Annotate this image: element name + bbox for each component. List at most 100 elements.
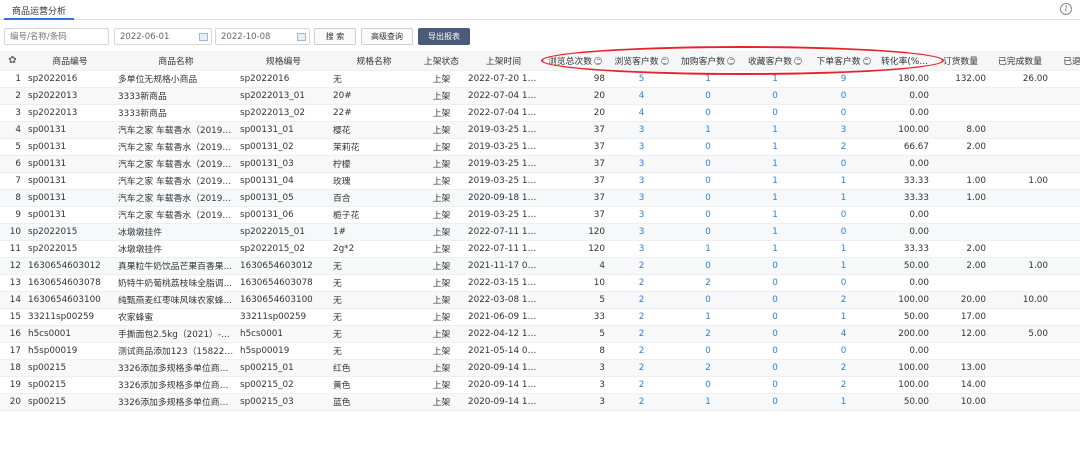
row-index: 7 bbox=[0, 172, 25, 190]
column-header-label: 浏览总次数 bbox=[548, 56, 592, 67]
table-cell: 无 bbox=[330, 291, 418, 309]
table-cell: 上架 bbox=[418, 121, 465, 139]
table-cell: 0 bbox=[675, 291, 741, 309]
table-cell: 2022-07-04 15:... bbox=[465, 104, 542, 122]
table-cell: 0 bbox=[675, 189, 741, 207]
table-cell: 0 bbox=[741, 393, 809, 411]
table-cell bbox=[1051, 393, 1080, 411]
export-report-button[interactable]: 导出报表 bbox=[418, 28, 470, 45]
column-header-sortable[interactable]: 收藏客户数 bbox=[741, 51, 809, 71]
table-row[interactable]: 17 h5sp00019 测试商品添加123（1582221... h5sp00019… bbox=[0, 342, 1080, 360]
table-cell: 2021-11-17 08:... bbox=[465, 257, 542, 275]
table-row[interactable]: 3 sp2022013 3333新商品 sp2022013_02 22# 上架 2022-0… bbox=[0, 104, 1080, 122]
table-cell: 2 bbox=[608, 342, 675, 360]
table-cell: 0 bbox=[675, 155, 741, 173]
table-row[interactable]: 11 sp2022015 冰墩墩挂件 sp2022015_02 2g*2 上架 2022-0… bbox=[0, 240, 1080, 258]
table-cell bbox=[1051, 342, 1080, 360]
calendar-icon[interactable] bbox=[199, 33, 208, 41]
table-cell: 120 bbox=[542, 240, 608, 258]
sort-icon[interactable] bbox=[660, 56, 669, 65]
search-button[interactable]: 搜 索 bbox=[314, 28, 356, 45]
table-cell: 1 bbox=[741, 189, 809, 207]
table-cell: 汽车之家 车载香水（2019z... bbox=[115, 206, 237, 224]
column-header-sortable[interactable]: 下单客户数 bbox=[809, 51, 878, 71]
table-cell: 0.00 bbox=[878, 223, 932, 241]
table-row[interactable]: 13 1630654603078 奶特牛奶葡桃荔枝味全脂调... 1630654603… bbox=[0, 274, 1080, 292]
table-row[interactable]: 6 sp00131 汽车之家 车载香水（2019z... sp00131_03 柠檬 上架… bbox=[0, 155, 1080, 173]
row-index: 13 bbox=[0, 274, 25, 292]
start-date-field[interactable]: 2022-06-01 bbox=[114, 28, 212, 45]
table-row[interactable]: 4 sp00131 汽车之家 车载香水（2019z... sp00131_01 樱花 上架… bbox=[0, 121, 1080, 139]
product-analysis-table: ✿ 商品编号 商品名称 规格编号 规格名称 上架状态 上架时间 浏览总次数 浏览… bbox=[0, 51, 1080, 411]
table-row[interactable]: 9 sp00131 汽车之家 车载香水（2019z... sp00131_06 栀子花上… bbox=[0, 206, 1080, 224]
table-row[interactable]: 2 sp2022013 3333新商品 sp2022013_01 20# 上架 2022-0… bbox=[0, 87, 1080, 105]
column-header: 规格名称 bbox=[330, 51, 418, 71]
table-cell: 8 bbox=[542, 342, 608, 360]
table-cell: 茉莉花 bbox=[330, 138, 418, 156]
table-row[interactable]: 20 sp00215 3326添加多规格多单位商品... sp00215_03 蓝色 上架… bbox=[0, 393, 1080, 411]
table-cell: 栀子花 bbox=[330, 206, 418, 224]
row-index: 10 bbox=[0, 223, 25, 241]
table-cell: 0.00 bbox=[878, 342, 932, 360]
table-cell bbox=[1051, 70, 1080, 88]
table-cell: 2022-03-15 11:... bbox=[465, 274, 542, 292]
table-cell: 1 bbox=[809, 257, 878, 275]
tab-product-operation-analysis[interactable]: 商品运营分析 bbox=[4, 0, 75, 20]
sort-icon[interactable] bbox=[727, 56, 735, 65]
table-cell: 5 bbox=[542, 291, 608, 309]
table-cell: 樱花 bbox=[330, 121, 418, 139]
table-cell: 37 bbox=[542, 155, 608, 173]
table-cell: sp2022016 bbox=[25, 70, 115, 88]
table-row[interactable]: 18 sp00215 3326添加多规格多单位商品... sp00215_01 红色 上架… bbox=[0, 359, 1080, 377]
table-cell bbox=[989, 359, 1051, 377]
column-header: 上架时间 bbox=[465, 51, 542, 71]
table-cell: 20# bbox=[330, 87, 418, 105]
table-cell: 10 bbox=[542, 274, 608, 292]
start-date-value: 2022-06-01 bbox=[120, 32, 170, 42]
table-cell: 0.00 bbox=[878, 274, 932, 292]
table-row[interactable]: 7 sp00131 汽车之家 车载香水（2019z... sp00131_04 玫瑰 上架… bbox=[0, 172, 1080, 190]
table-cell: 2022-07-04 15:... bbox=[465, 87, 542, 105]
table-cell: 2022-07-11 11:38 bbox=[465, 223, 542, 241]
table-cell: 柠檬 bbox=[330, 155, 418, 173]
row-index: 19 bbox=[0, 376, 25, 394]
table-cell bbox=[1051, 104, 1080, 122]
table-cell: 3326添加多规格多单位商品... bbox=[115, 359, 237, 377]
table-cell: 3 bbox=[608, 189, 675, 207]
table-row[interactable]: 5 sp00131 汽车之家 车载香水（2019z... sp00131_02 茉莉花上… bbox=[0, 138, 1080, 156]
sort-icon[interactable] bbox=[594, 56, 602, 65]
table-row[interactable]: 15 33211sp00259 农家蜂蜜 33211sp00259 无上架 2021-06… bbox=[0, 308, 1080, 326]
column-header-sortable[interactable]: 浏览客户数 bbox=[608, 51, 675, 71]
column-header-sortable[interactable]: 浏览总次数 bbox=[542, 51, 608, 71]
table-cell: 66.67 bbox=[878, 138, 932, 156]
search-input[interactable] bbox=[4, 28, 109, 45]
settings-header[interactable]: ✿ bbox=[0, 51, 25, 71]
advanced-search-button[interactable]: 高级查询 bbox=[361, 28, 413, 45]
table-row[interactable]: 1 sp2022016 多单位无规格小商品 sp2022016 无上架 2022-07-2… bbox=[0, 70, 1080, 88]
calendar-icon[interactable] bbox=[297, 33, 306, 41]
table-row[interactable]: 16 h5cs0001 手撕面包2.5kg（2021）-1*2... h5cs0001… bbox=[0, 325, 1080, 343]
table-cell: 0 bbox=[675, 223, 741, 241]
table-cell: sp00131_05 bbox=[237, 189, 330, 207]
table-cell: 1.00 bbox=[989, 257, 1051, 275]
column-header-sortable[interactable]: 加购客户数 bbox=[675, 51, 741, 71]
table-cell: sp2022013_01 bbox=[237, 87, 330, 105]
end-date-field[interactable]: 2022-10-08 bbox=[215, 28, 310, 45]
table-cell: 1.00 bbox=[932, 172, 989, 190]
sort-icon[interactable] bbox=[862, 56, 871, 65]
info-icon[interactable]: i bbox=[1060, 3, 1072, 15]
gear-icon[interactable]: ✿ bbox=[8, 55, 16, 66]
table-cell: 37 bbox=[542, 206, 608, 224]
table-cell: 2 bbox=[809, 359, 878, 377]
table-row[interactable]: 8 sp00131 汽车之家 车载香水（2019z... sp00131_05 百合 上架… bbox=[0, 189, 1080, 207]
table-row[interactable]: 14 1630654603100 纯甄燕麦红枣味风味农家蜂... 1630654603… bbox=[0, 291, 1080, 309]
row-index: 15 bbox=[0, 308, 25, 326]
table-cell: 1630654603078 bbox=[25, 274, 115, 292]
table-cell: 0 bbox=[741, 104, 809, 122]
table-row[interactable]: 12 1630654603012 真果粒牛奶饮品芒果百香果... 1630654603… bbox=[0, 257, 1080, 275]
table-cell: 上架 bbox=[418, 70, 465, 88]
table-row[interactable]: 10 sp2022015 冰墩墩挂件 sp2022015_01 1# 上架 2022-07-… bbox=[0, 223, 1080, 241]
table-row[interactable]: 19 sp00215 3326添加多规格多单位商品... sp00215_02 黄色 上架… bbox=[0, 376, 1080, 394]
sort-icon[interactable] bbox=[794, 56, 802, 65]
table-cell: 5 bbox=[608, 70, 675, 88]
